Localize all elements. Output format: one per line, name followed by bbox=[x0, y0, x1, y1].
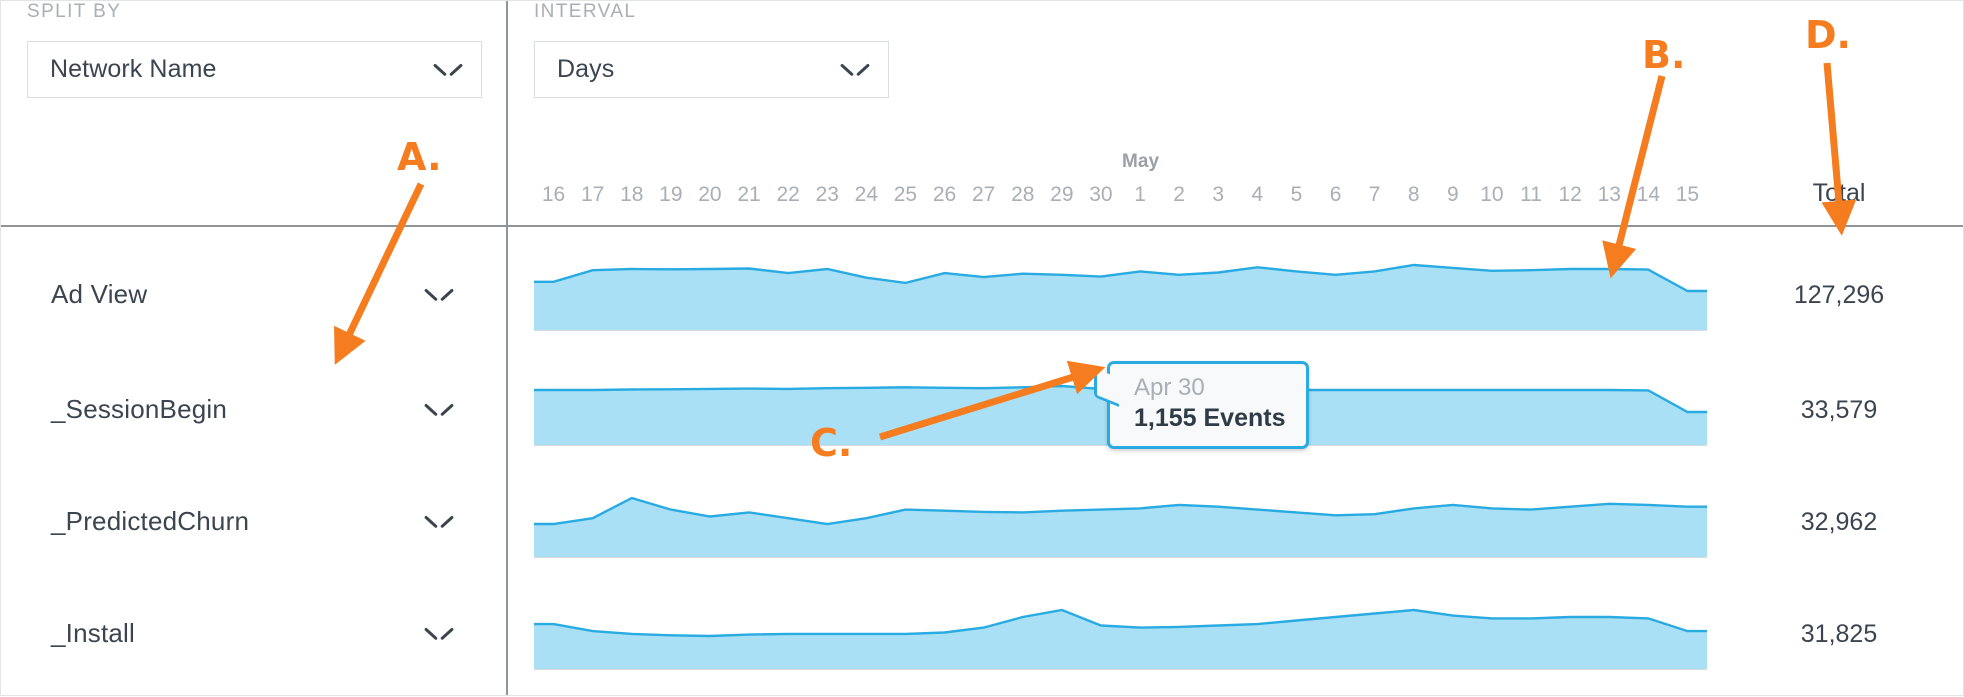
chart-baseline bbox=[534, 330, 1707, 331]
axis-tick: 17 bbox=[580, 183, 605, 206]
sparkline-area-chart[interactable] bbox=[534, 456, 1707, 566]
sparkline-area-chart[interactable] bbox=[534, 229, 1707, 339]
axis-tick: 23 bbox=[815, 183, 839, 206]
axis-tick: 9 bbox=[1447, 183, 1459, 206]
axis-tick: 18 bbox=[620, 183, 644, 206]
axis-tick: 20 bbox=[698, 183, 722, 206]
axis-tick: 14 bbox=[1636, 183, 1661, 206]
row-total: 32,962 bbox=[1800, 508, 1878, 536]
split-by-select[interactable]: Network Name bbox=[27, 41, 482, 98]
interval-value: Days bbox=[557, 55, 615, 83]
tooltip-date: Apr 30 bbox=[1134, 374, 1205, 401]
split-by-label: SPLIT BY bbox=[27, 1, 122, 22]
axis-tick: 6 bbox=[1329, 183, 1342, 206]
axis-tick: 12 bbox=[1558, 183, 1582, 206]
table-row[interactable]: Ad View 127,296 bbox=[1, 229, 1963, 339]
axis-tick: 25 bbox=[893, 183, 918, 206]
axis-tick: 24 bbox=[854, 183, 879, 206]
table-row[interactable]: _SessionBegin 33,579 bbox=[1, 344, 1963, 454]
axis-tick: 28 bbox=[1011, 183, 1035, 206]
row-label: _SessionBegin bbox=[51, 394, 228, 424]
split-by-value: Network Name bbox=[50, 55, 217, 83]
axis-tick: 7 bbox=[1368, 183, 1381, 206]
axis-tick: 26 bbox=[932, 183, 957, 206]
axis-tick: 30 bbox=[1089, 183, 1113, 206]
axis-tick: 21 bbox=[737, 183, 761, 206]
chevron-down-icon[interactable] bbox=[426, 287, 452, 302]
row-total: 33,579 bbox=[1800, 396, 1878, 424]
axis-tick: 16 bbox=[541, 183, 566, 206]
interval-select[interactable]: Days bbox=[534, 41, 889, 98]
row-label: Ad View bbox=[51, 279, 148, 309]
axis-tick: 22 bbox=[776, 183, 800, 206]
axis-tick: 4 bbox=[1251, 183, 1264, 206]
axis-tick: 27 bbox=[971, 183, 996, 206]
row-total: 31,825 bbox=[1800, 620, 1878, 648]
interval-label: INTERVAL bbox=[534, 1, 637, 22]
axis-tick: 8 bbox=[1407, 183, 1420, 206]
split-by-control: SPLIT BY Network Name bbox=[27, 1, 482, 98]
axis-tick: 1 bbox=[1134, 183, 1146, 206]
axis-month-label: May bbox=[1122, 151, 1160, 172]
row-label: _Install bbox=[51, 618, 135, 648]
table-row[interactable]: _PredictedChurn 32,962 bbox=[1, 456, 1963, 566]
chart-baseline bbox=[534, 669, 1707, 670]
table-row[interactable]: _Install 31,825 bbox=[1, 568, 1963, 678]
axis-tick: 10 bbox=[1480, 183, 1504, 206]
analytics-panel: SPLIT BY Network Name INTERVAL Days 16 17… bbox=[0, 0, 1964, 696]
axis-tick: 29 bbox=[1050, 183, 1074, 206]
sparkline-area-chart[interactable] bbox=[534, 568, 1707, 678]
total-column-header: Total bbox=[1812, 179, 1866, 207]
axis-tick: 15 bbox=[1675, 183, 1700, 206]
chevron-down-icon bbox=[842, 62, 868, 77]
axis-tick: 19 bbox=[659, 183, 683, 206]
chevron-down-icon[interactable] bbox=[426, 402, 452, 417]
chart-baseline bbox=[534, 557, 1707, 558]
header-divider bbox=[1, 225, 1963, 227]
axis-tick: 13 bbox=[1597, 183, 1621, 206]
row-total: 127,296 bbox=[1793, 281, 1885, 309]
chevron-down-icon[interactable] bbox=[426, 626, 452, 641]
axis-tick: 2 bbox=[1173, 183, 1185, 206]
row-label: _PredictedChurn bbox=[51, 506, 250, 536]
axis-tick: 3 bbox=[1212, 183, 1225, 206]
chevron-down-icon bbox=[435, 62, 461, 77]
area-fill bbox=[534, 498, 1707, 558]
date-axis: 16 17 18 19 20 21 22 23 24 25 26 27 28 29 30 1 2 3 4 5 6 7 8 9 1… bbox=[506, 141, 1736, 223]
tooltip-value: 1,155 Events bbox=[1134, 404, 1286, 432]
axis-tick: 11 bbox=[1520, 183, 1542, 206]
chart-tooltip: Apr 30 1,155 Events bbox=[1094, 361, 1309, 450]
axis-tick: 5 bbox=[1290, 183, 1303, 206]
interval-control: INTERVAL Days bbox=[534, 1, 889, 98]
chevron-down-icon[interactable] bbox=[426, 514, 452, 529]
